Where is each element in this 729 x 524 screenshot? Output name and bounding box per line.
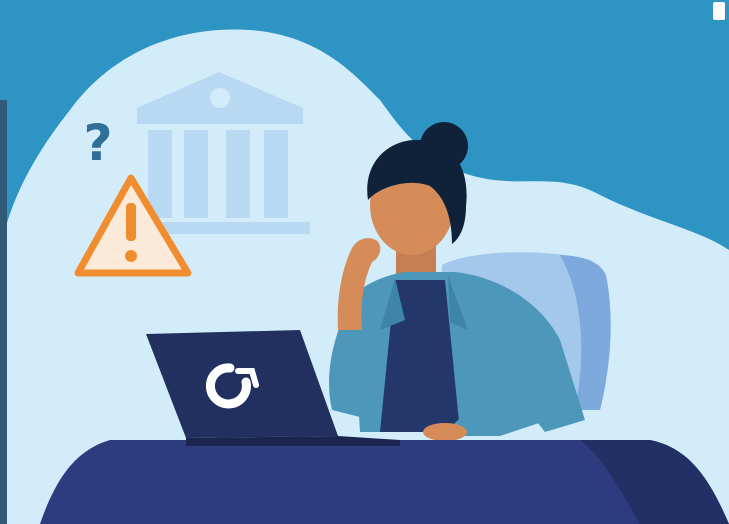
desk [40, 440, 729, 524]
scene-illustration [0, 0, 729, 524]
left-edge-strip [0, 100, 7, 524]
question-mark-icon: ? [83, 114, 113, 172]
corner-badge [713, 2, 725, 20]
illustration-canvas: ? [0, 0, 729, 524]
